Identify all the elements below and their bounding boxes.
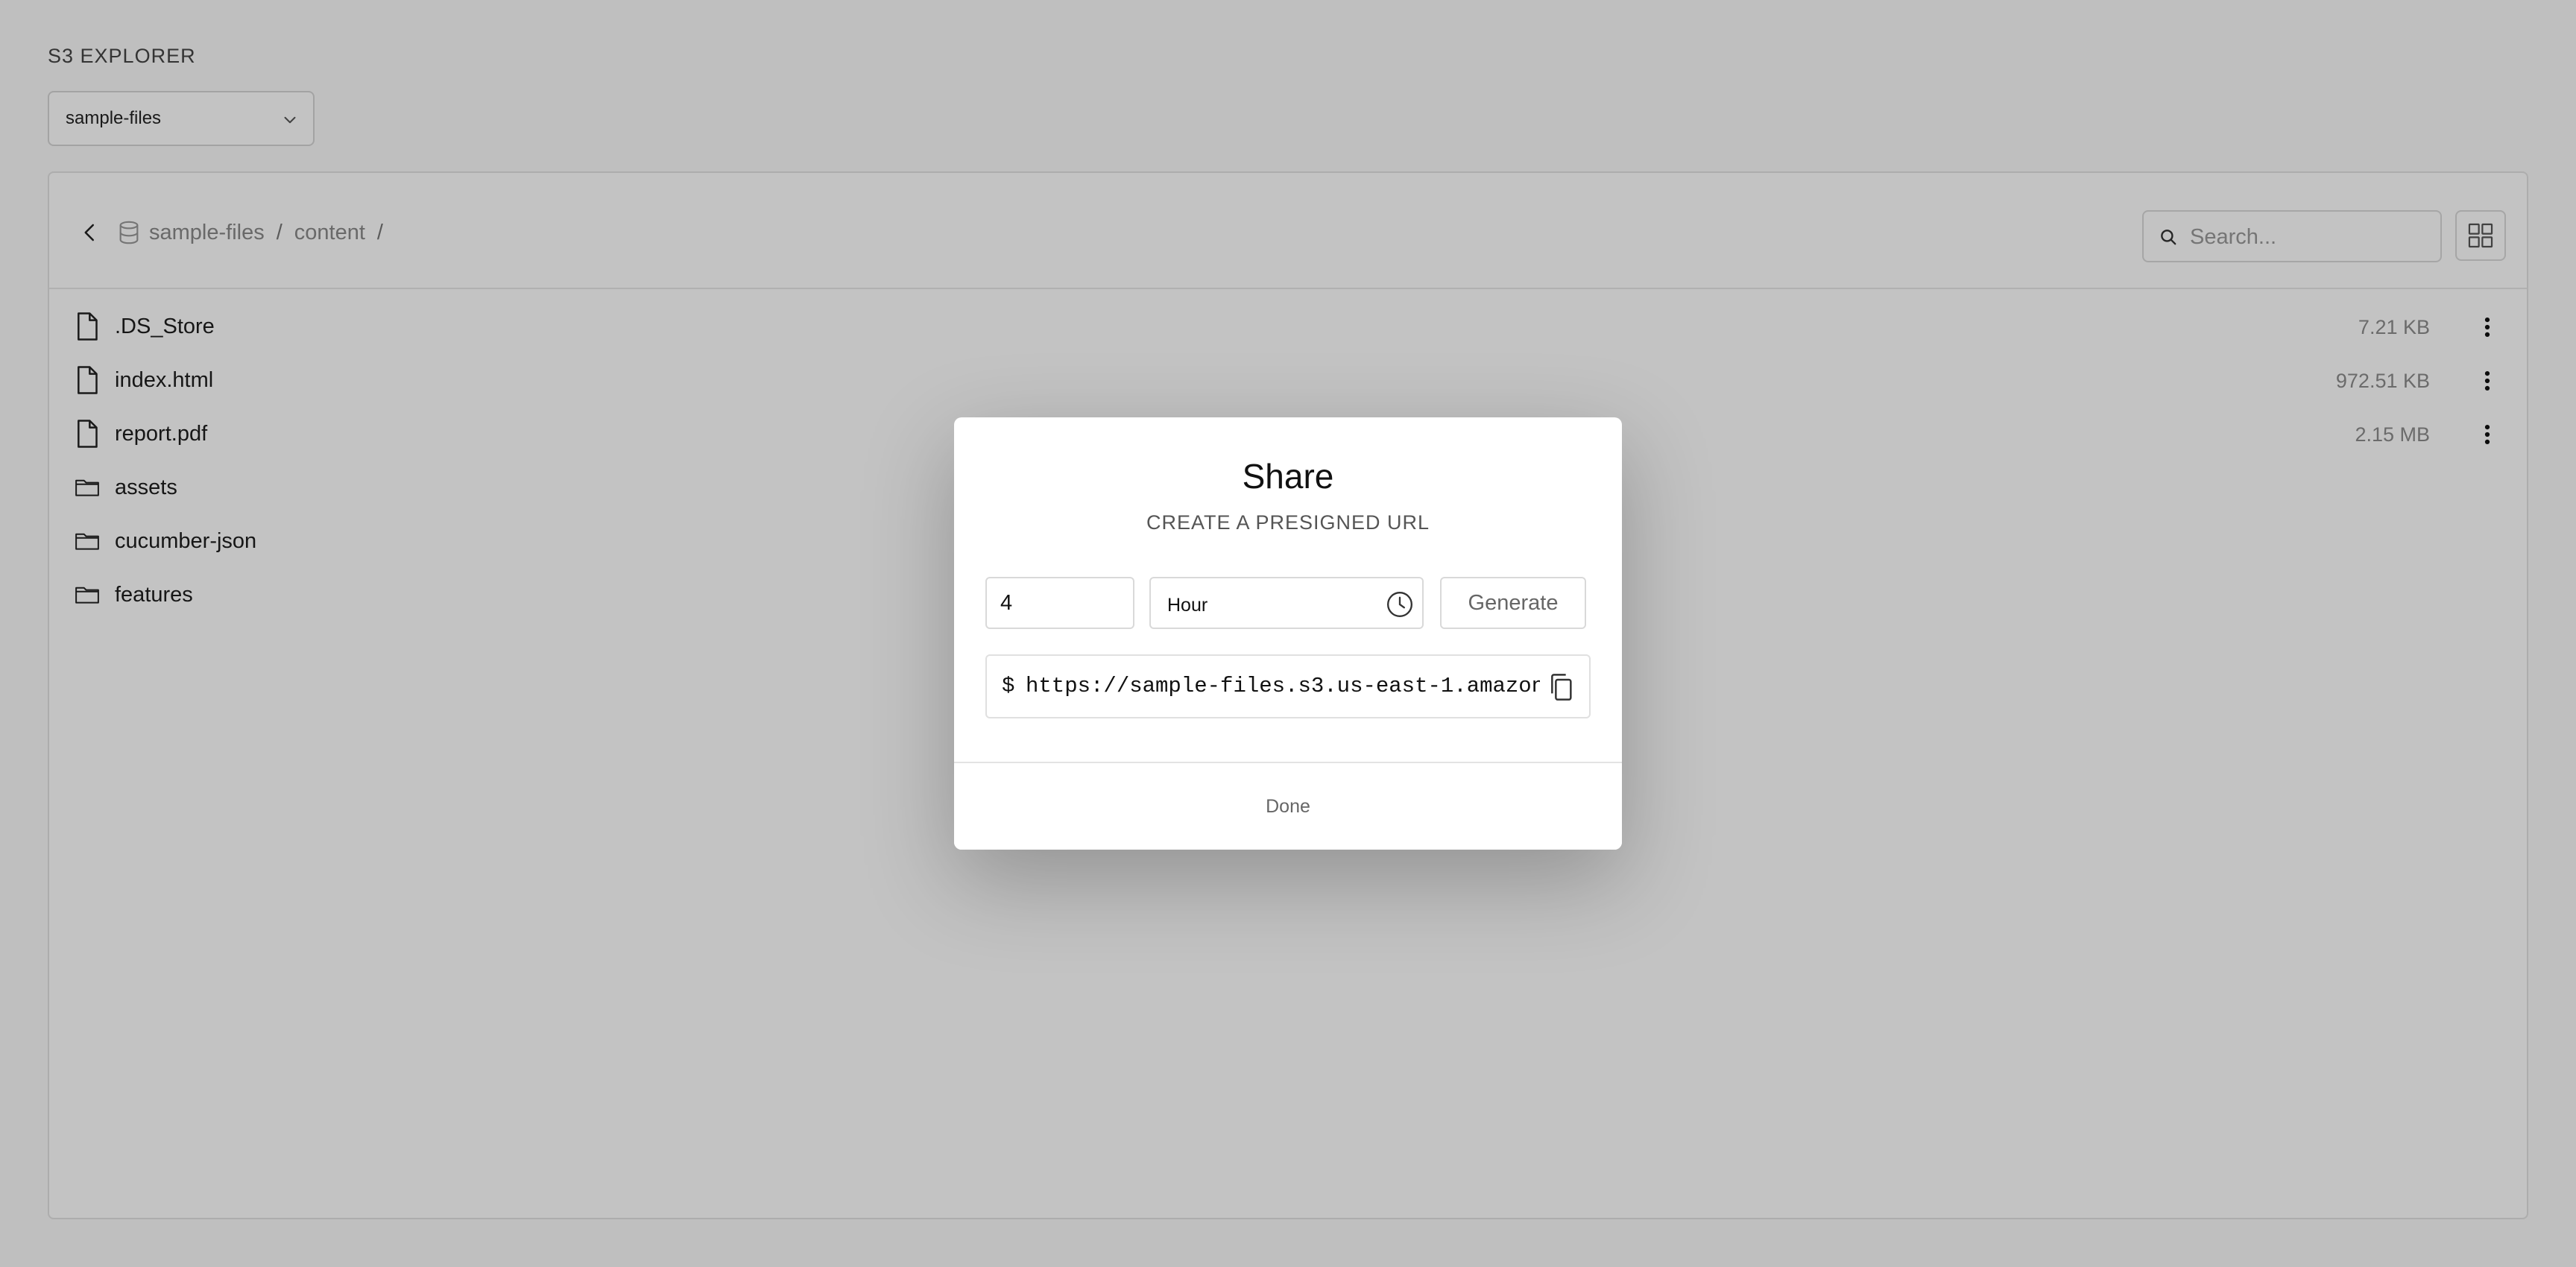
time-unit-value: Hour (1167, 595, 1208, 616)
copy-icon[interactable] (1546, 671, 1576, 704)
done-button[interactable]: Done (954, 763, 1622, 850)
generate-button[interactable]: Generate (1440, 577, 1586, 629)
modal-subtitle: CREATE A PRESIGNED URL (1146, 511, 1430, 534)
time-unit-select[interactable]: Hour (1149, 577, 1424, 629)
modal-title: Share (1242, 457, 1334, 496)
url-prompt: $ (1002, 674, 1015, 698)
presigned-url-box[interactable]: $ https://sample-files.s3.us-east-1.amaz… (985, 654, 1591, 718)
duration-input[interactable] (985, 577, 1134, 629)
presigned-url-text[interactable]: https://sample-files.s3.us-east-1.amazon… (1026, 674, 1540, 698)
share-modal: Share CREATE A PRESIGNED URL Hour Genera… (954, 417, 1622, 850)
clock-icon (1387, 592, 1412, 617)
